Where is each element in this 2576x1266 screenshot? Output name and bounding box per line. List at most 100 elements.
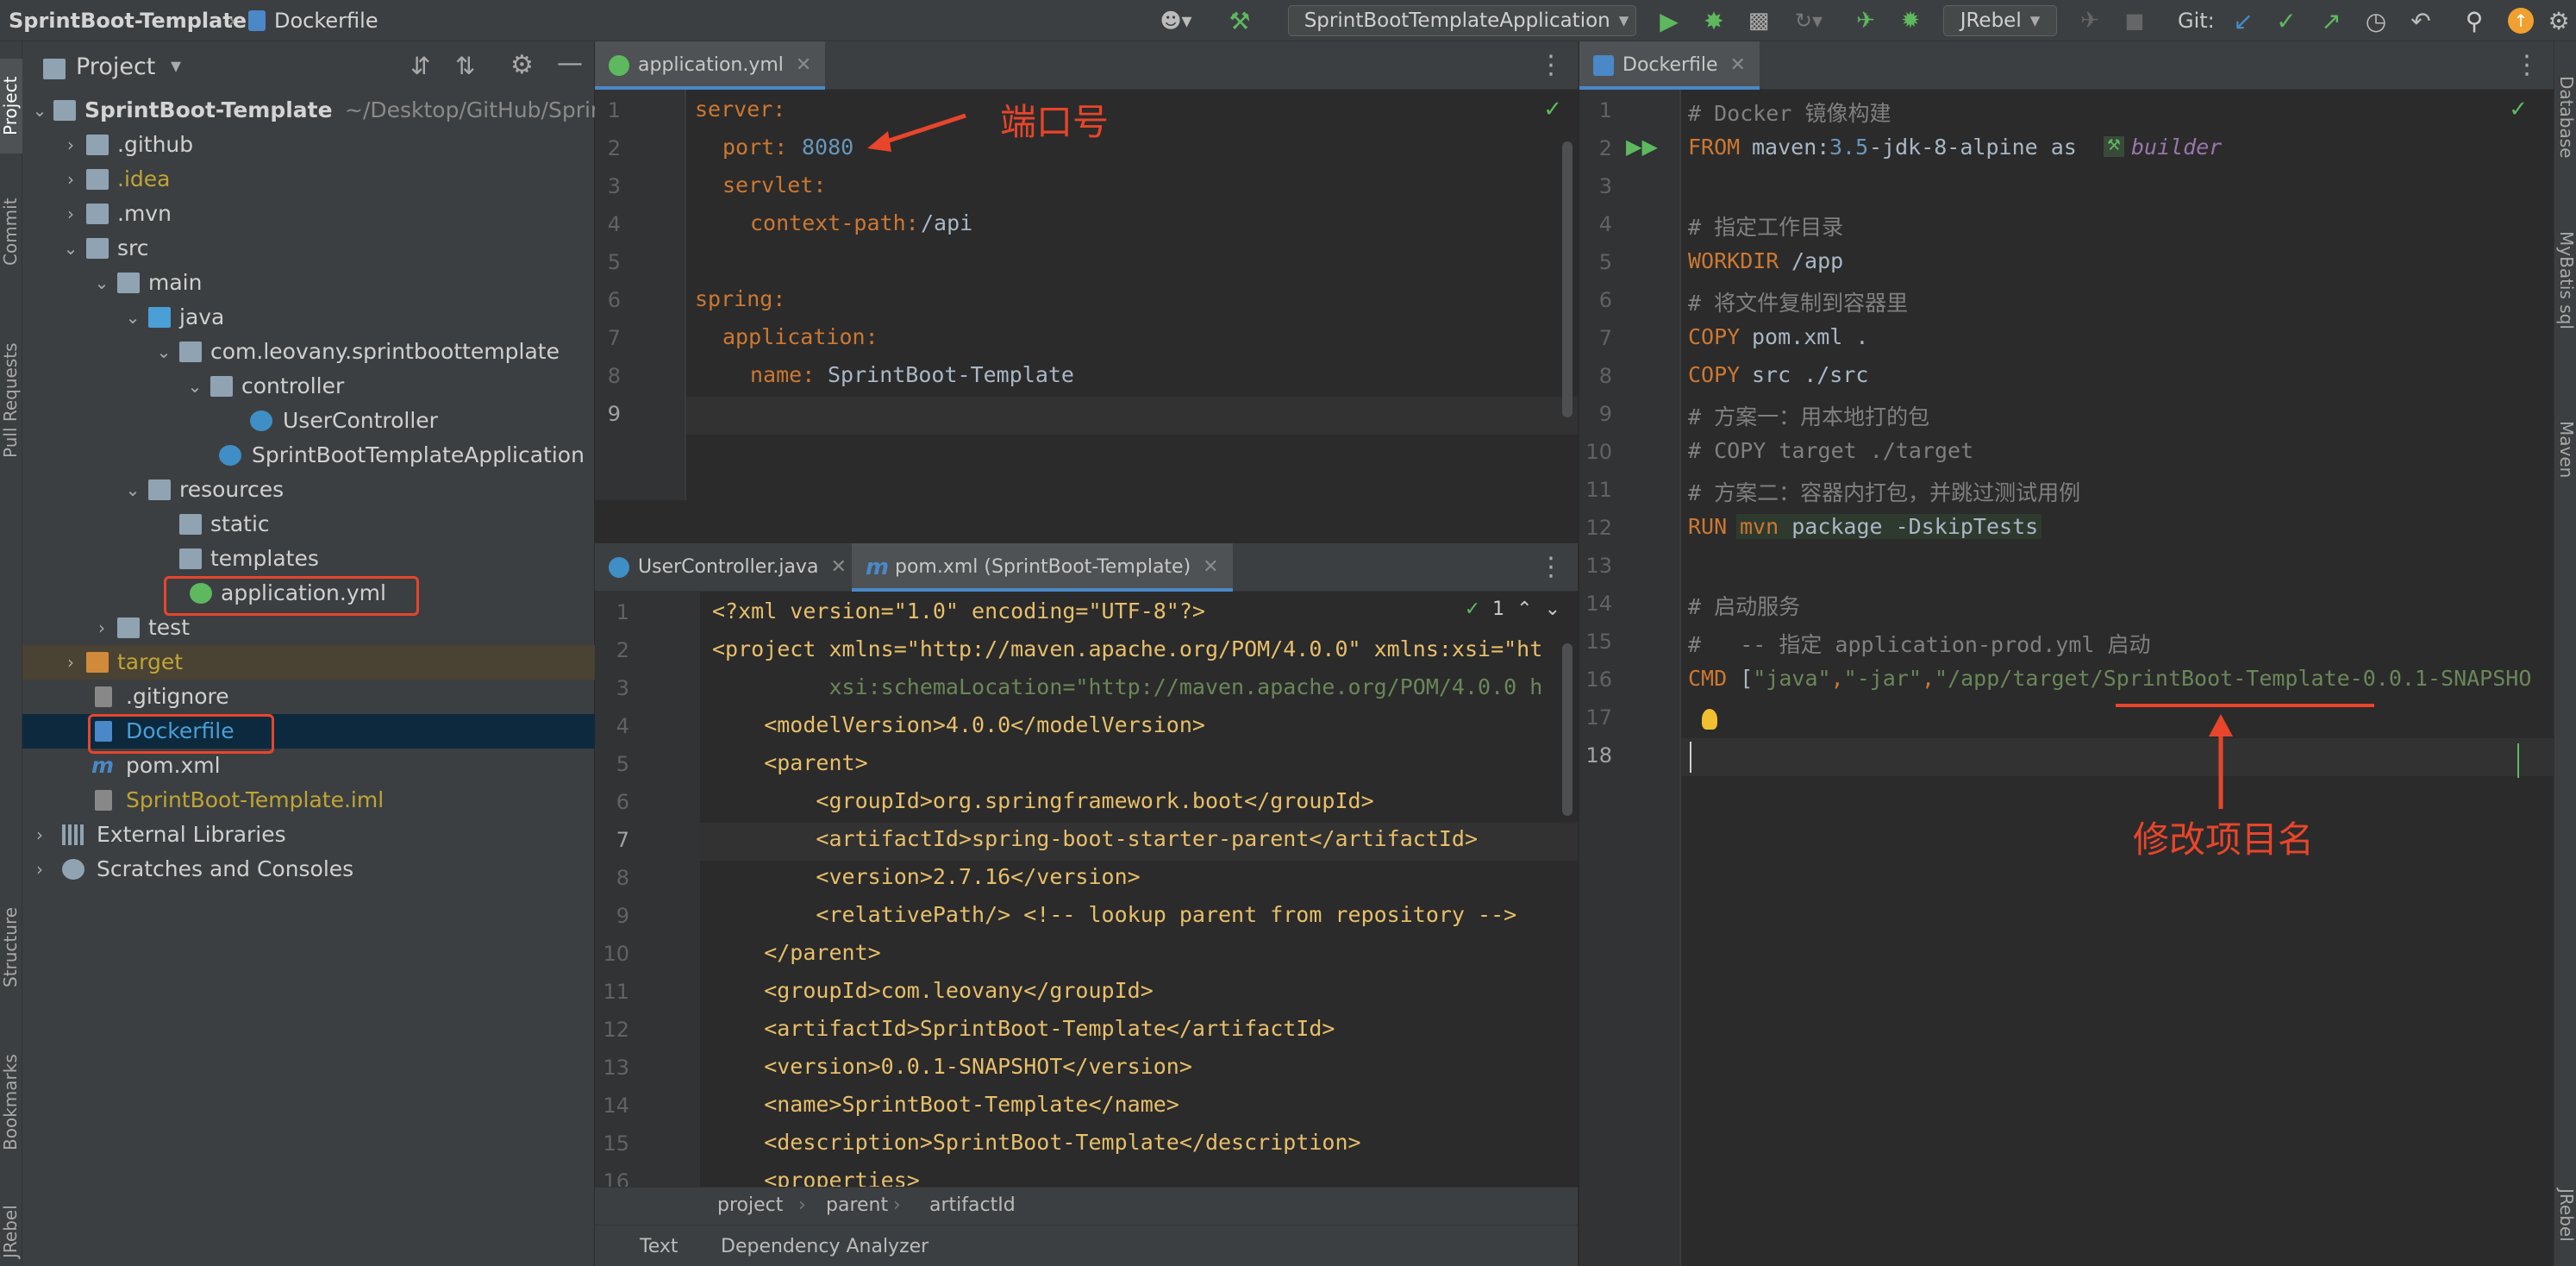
chevron-right-icon[interactable]: › [60, 645, 81, 680]
breadcrumb-item[interactable]: project [717, 1194, 783, 1216]
tab-text[interactable]: Text [640, 1236, 678, 1257]
expand-all-icon[interactable]: ⇵ [410, 52, 430, 80]
tree-item-package[interactable]: ⌄ com.leovany.sprintboottemplate [22, 335, 595, 369]
git-push-icon[interactable]: ↗ [2316, 5, 2347, 36]
chevron-right-icon[interactable]: › [29, 852, 50, 887]
pom-scrollbar[interactable] [1562, 643, 1572, 816]
attach-icon[interactable]: ✈ [2074, 5, 2105, 36]
jrebel-select[interactable]: JRebel ▾ [1943, 5, 2057, 36]
tree-item-iml[interactable]: SprintBoot-Template.iml [22, 783, 595, 818]
user-icon[interactable]: ☻▾ [1154, 5, 1198, 36]
chevron-right-icon[interactable]: › [60, 162, 81, 197]
tool-tab-database[interactable]: Database [2554, 76, 2576, 179]
more-icon[interactable]: ⋮ [1538, 50, 1564, 80]
tool-tab-structure[interactable]: Structure [0, 887, 22, 1007]
tool-tab-jrebel[interactable]: JRebel [0, 1197, 22, 1266]
inspection-ok-icon[interactable]: ✓ [2509, 97, 2528, 122]
breadcrumb-item[interactable]: parent [826, 1194, 888, 1216]
stop-icon[interactable]: ■ [2119, 5, 2150, 36]
update-icon[interactable]: ↑ [2505, 5, 2536, 36]
run-gutter-icon[interactable]: ▶▶ [1626, 135, 1658, 159]
tool-tab-jrebel-right[interactable]: JRebel [2554, 1188, 2576, 1266]
inspection-ok-icon[interactable]: ✓ [1543, 97, 1562, 122]
tree-item-java[interactable]: ⌄ java [22, 300, 595, 335]
chevron-down-icon[interactable]: ⌄ [1545, 599, 1560, 620]
tree-item-mvn[interactable]: › .mvn [22, 197, 595, 231]
pom-editor[interactable]: 1 2 3 4 5 6 7 8 9 10 11 12 13 14 15 16 <… [595, 592, 1578, 1187]
breadcrumb-file[interactable]: Dockerfile [274, 0, 378, 41]
inspection-widget[interactable]: ✓ 1 ⌃ ⌄ [1457, 599, 1560, 620]
minimize-icon[interactable]: — [557, 48, 583, 78]
chevron-down-icon[interactable]: ⌄ [122, 300, 143, 335]
yml-scrollbar[interactable] [1562, 141, 1572, 417]
run-config-select[interactable]: SprintBootTemplateApplication ▾ [1288, 5, 1636, 36]
breadcrumb-item[interactable]: artifactId [929, 1194, 1016, 1216]
close-icon[interactable]: ✕ [1730, 54, 1746, 76]
tree-item-pom[interactable]: m pom.xml [22, 749, 595, 783]
chevron-right-icon[interactable]: › [60, 197, 81, 231]
tree-item-templates[interactable]: templates [22, 542, 595, 576]
tree-item-root[interactable]: ⌄ SprintBoot-Template ~/Desktop/GitHub/S… [22, 93, 604, 128]
chevron-down-icon[interactable]: ⌄ [153, 335, 174, 369]
tab-usercontroller[interactable]: UserController.java ✕ [595, 543, 860, 592]
history-icon[interactable]: ◷ [2360, 5, 2392, 36]
lightbulb-icon[interactable] [1702, 709, 1717, 730]
tree-item-controller[interactable]: ⌄ controller [22, 369, 595, 404]
tab-pom[interactable]: m pom.xml (SprintBoot-Template) ✕ [852, 543, 1233, 592]
tree-item-scratches[interactable]: › Scratches and Consoles [22, 852, 595, 887]
build-hammer-icon[interactable]: ⚒ [1224, 5, 1255, 36]
tree-item-gitignore[interactable]: .gitignore [22, 680, 595, 714]
more-icon[interactable]: ⋮ [2514, 50, 2540, 80]
search-icon[interactable]: ⚲ [2459, 5, 2490, 36]
close-icon[interactable]: ✕ [1203, 556, 1218, 578]
tab-dependency-analyzer[interactable]: Dependency Analyzer [721, 1236, 928, 1257]
tool-tab-mybatis[interactable]: MyBatis sql [2554, 231, 2576, 378]
git-commit-icon[interactable]: ✓ [2271, 5, 2302, 36]
coverage-icon[interactable]: ▩ [1743, 5, 1774, 36]
docker-editor[interactable]: 1 2 3 4 5 6 7 8 9 10 11 12 13 14 15 16 1… [1579, 90, 2554, 1266]
more-icon[interactable]: ⋮ [1538, 552, 1564, 582]
tree-item-main[interactable]: ⌄ main [22, 266, 595, 300]
tool-tab-project[interactable]: Project [0, 59, 22, 154]
project-panel-title[interactable]: Project [76, 53, 155, 80]
tool-tab-commit[interactable]: Commit [0, 185, 22, 279]
collapse-all-icon[interactable]: ⇅ [455, 52, 475, 80]
tab-application-yml[interactable]: application.yml ✕ [595, 41, 826, 90]
gear-icon[interactable]: ⚙ [510, 50, 534, 80]
chevron-down-icon[interactable]: ⌄ [91, 266, 112, 300]
close-icon[interactable]: ✕ [830, 556, 846, 578]
close-icon[interactable]: ✕ [796, 54, 811, 76]
tree-item-target[interactable]: › target [22, 645, 595, 680]
tree-item-static[interactable]: static [22, 507, 595, 542]
tool-tab-maven[interactable]: Maven [2554, 421, 2576, 498]
tool-tab-bookmarks[interactable]: Bookmarks [0, 1033, 22, 1171]
tree-item-application-class[interactable]: SprintBootTemplateApplication [22, 438, 595, 473]
profile-icon[interactable]: ↻▾ [1785, 5, 1833, 36]
chevron-right-icon[interactable]: › [91, 611, 112, 645]
rollback-icon[interactable]: ↶ [2405, 5, 2436, 36]
tree-item-test[interactable]: › test [22, 611, 595, 645]
tree-item-src[interactable]: ⌄ src [22, 231, 595, 266]
chevron-right-icon[interactable]: › [29, 818, 50, 852]
jrebel-debug-icon[interactable]: ✹ [1895, 5, 1926, 36]
tree-item-github[interactable]: › .github [22, 128, 595, 162]
chevron-right-icon[interactable]: › [60, 128, 81, 162]
jrebel-run-icon[interactable]: ✈ [1850, 5, 1881, 36]
tool-tab-pull-requests[interactable]: Pull Requests [0, 314, 22, 486]
chevron-up-icon[interactable]: ⌃ [1516, 599, 1532, 620]
debug-icon[interactable]: ✸ [1698, 5, 1729, 36]
chevron-down-icon[interactable]: ▾ [171, 53, 181, 78]
tree-item-resources[interactable]: ⌄ resources [22, 473, 595, 507]
chevron-down-icon[interactable]: ⌄ [122, 473, 143, 507]
yml-editor[interactable]: 1 2 3 4 5 6 7 8 9 server: port: 8080 ser… [595, 90, 1578, 500]
tab-dockerfile[interactable]: Dockerfile ✕ [1579, 41, 1760, 90]
settings-icon[interactable]: ⚙ [2543, 5, 2574, 36]
tree-item-external-libraries[interactable]: › External Libraries [22, 818, 595, 852]
git-update-icon[interactable]: ↙ [2228, 5, 2259, 36]
run-icon[interactable]: ▶ [1654, 5, 1685, 36]
tree-item-idea[interactable]: › .idea [22, 162, 595, 197]
chevron-down-icon[interactable]: ⌄ [60, 231, 81, 266]
breadcrumb-project[interactable]: SprintBoot-Template [9, 0, 247, 41]
tree-item-usercontroller[interactable]: UserController [22, 404, 595, 438]
chevron-down-icon[interactable]: ⌄ [184, 369, 205, 404]
